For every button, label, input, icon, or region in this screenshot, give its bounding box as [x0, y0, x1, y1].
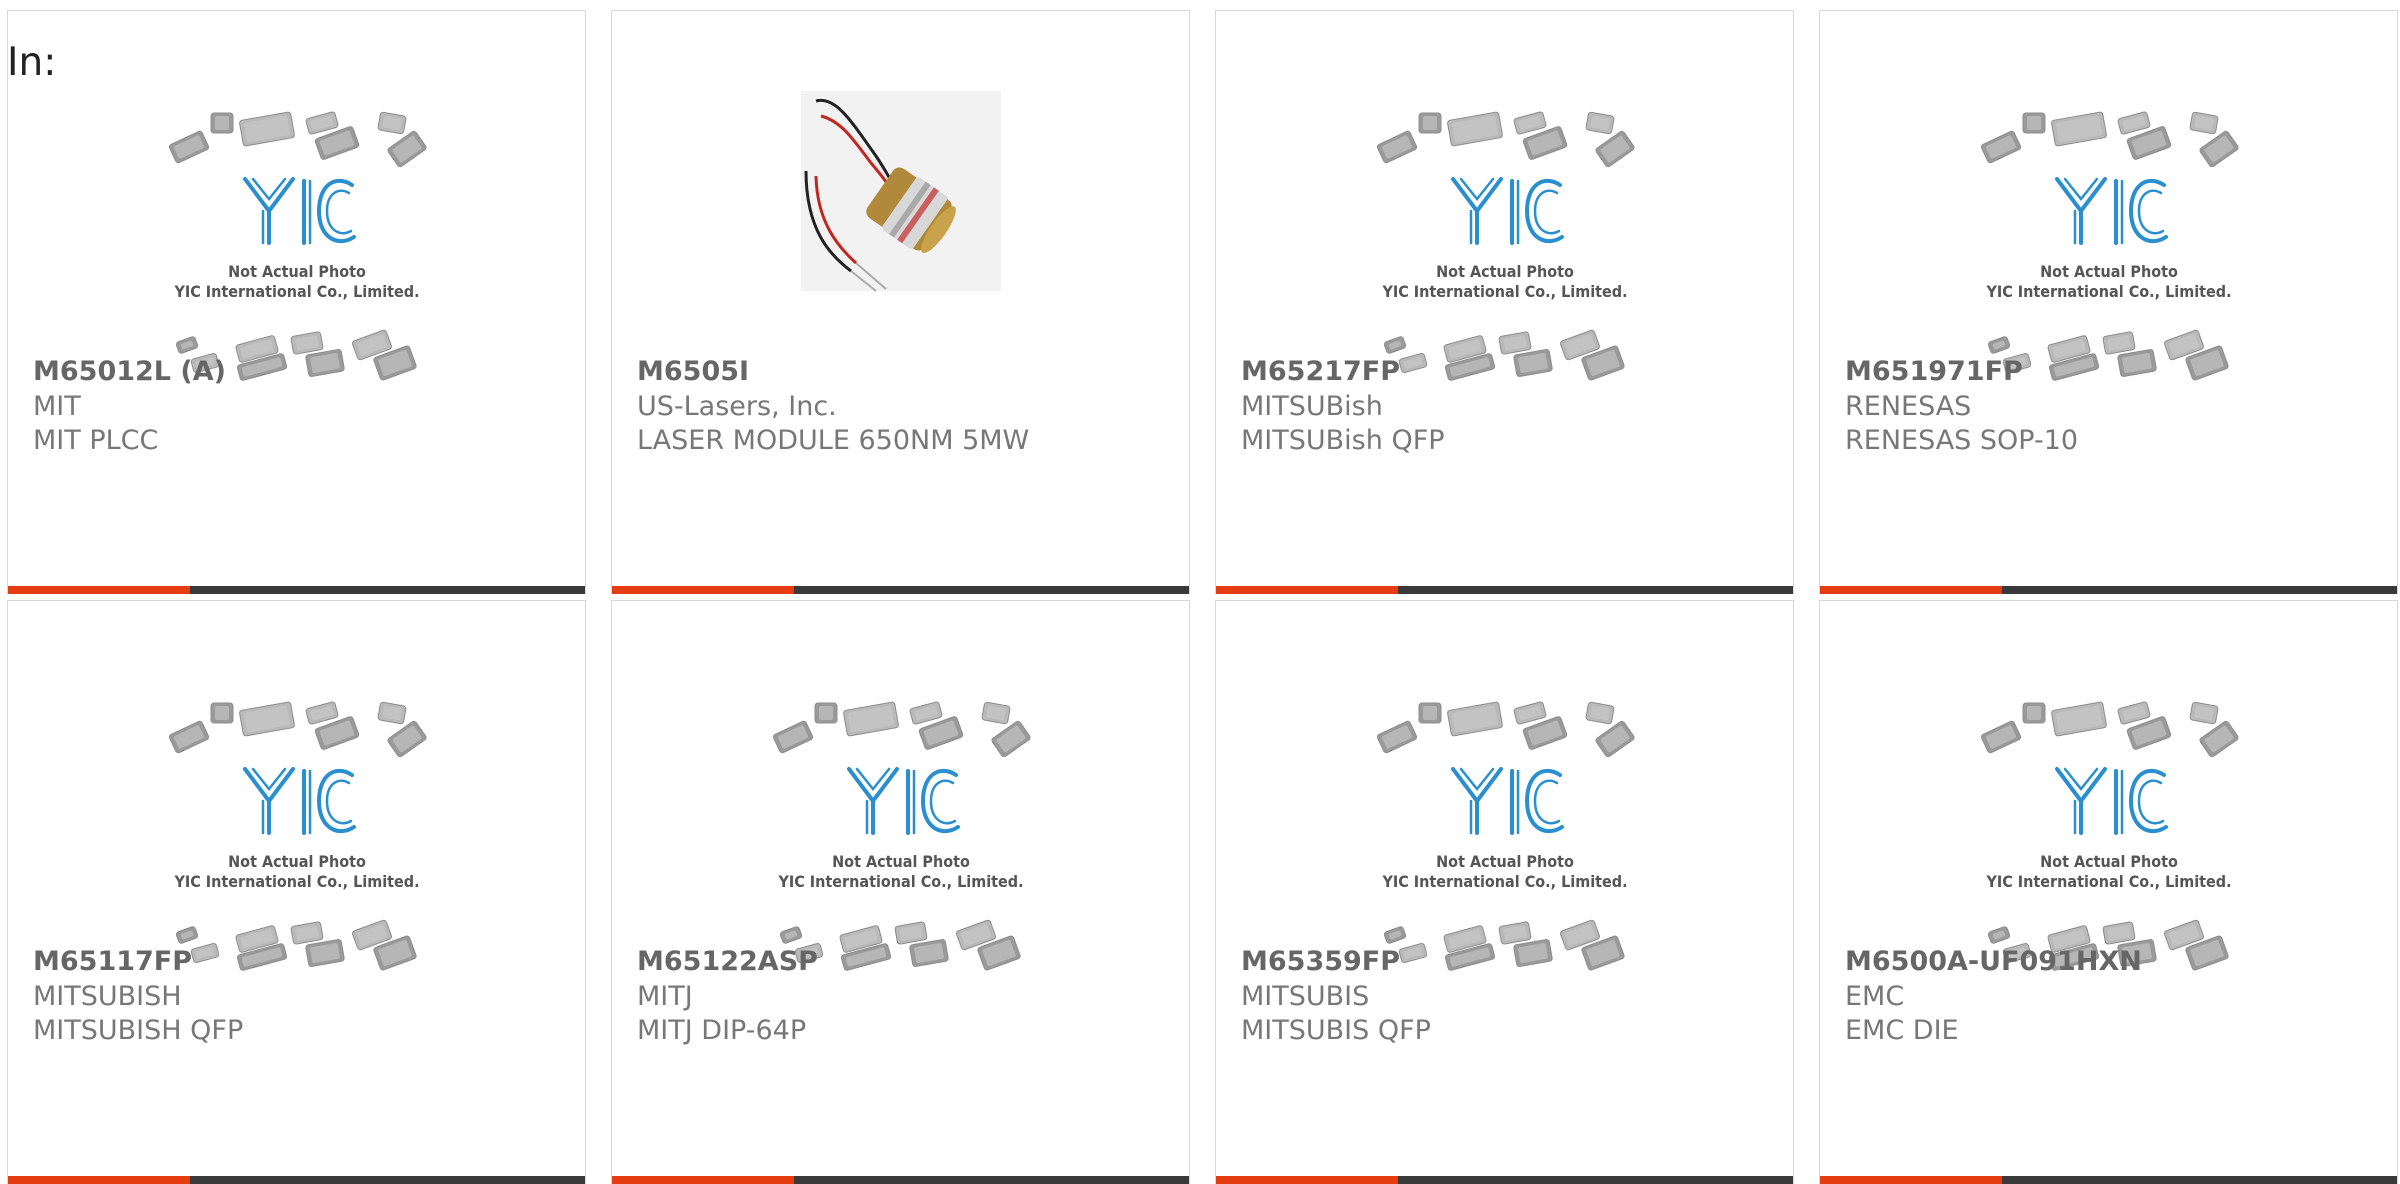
product-image[interactable]: Not Actual Photo YIC International Co., … [612, 661, 1189, 971]
product-description: MITSUBISH QFP [33, 1015, 244, 1046]
product-image[interactable] [612, 71, 1189, 361]
svg-text:YIC International Co., Limited: YIC International Co., Limited. [1985, 872, 2231, 891]
manufacturer-name: MITSUBish [1241, 391, 1383, 422]
card-footer-bar [612, 586, 1189, 594]
product-description: EMC DIE [1845, 1015, 1959, 1046]
product-image[interactable]: Not Actual Photo YIC International Co., … [1820, 71, 2397, 381]
not-actual-photo-placeholder: Not Actual Photo YIC International Co., … [168, 701, 427, 971]
product-card[interactable]: Not Actual Photo YIC International Co., … [611, 600, 1190, 1184]
product-card[interactable]: Not Actual Photo YIC International Co., … [7, 600, 586, 1184]
product-card[interactable]: Not Actual Photo YIC International Co., … [7, 10, 586, 594]
manufacturer-name: RENESAS [1845, 391, 1972, 422]
product-image[interactable]: Not Actual Photo YIC International Co., … [1216, 71, 1793, 381]
product-image[interactable]: Not Actual Photo YIC International Co., … [1216, 661, 1793, 971]
not-actual-photo-placeholder: Not Actual Photo YIC International Co., … [1980, 701, 2239, 971]
part-number[interactable]: M65012L (A) [33, 356, 226, 387]
manufacturer-name: MIT [33, 391, 81, 422]
product-card[interactable]: Not Actual Photo YIC International Co., … [1819, 10, 2398, 594]
card-footer-bar [1820, 1176, 2397, 1184]
card-footer-bar [1820, 586, 2397, 594]
product-image[interactable]: Not Actual Photo YIC International Co., … [8, 661, 585, 971]
part-number[interactable]: M6505I [637, 356, 749, 387]
product-description: RENESAS SOP-10 [1845, 425, 2079, 456]
card-footer-bar [1216, 586, 1793, 594]
part-number[interactable]: M65359FP [1241, 946, 1400, 977]
product-description: MITSUBish QFP [1241, 425, 1445, 456]
laser-module-photo [800, 91, 1001, 292]
product-description: MIT PLCC [33, 425, 159, 456]
part-number[interactable]: M65122ASP [637, 946, 818, 977]
svg-text:YIC International Co., Limited: YIC International Co., Limited. [777, 872, 1023, 891]
product-description: MITSUBIS QFP [1241, 1015, 1431, 1046]
card-footer-bar [612, 1176, 1189, 1184]
manufacturer-name: US-Lasers, Inc. [637, 391, 837, 422]
card-accent-bar [1820, 586, 2002, 594]
card-accent-bar [8, 586, 190, 594]
svg-text:Not Actual Photo: Not Actual Photo [2040, 852, 2178, 871]
product-description: LASER MODULE 650NM 5MW [637, 425, 1030, 456]
card-accent-bar [1820, 1176, 2002, 1184]
card-accent-bar [8, 1176, 190, 1184]
svg-text:YIC International Co., Limited: YIC International Co., Limited. [173, 872, 419, 891]
manufacturer-name: MITSUBISH [33, 981, 182, 1012]
not-actual-photo-placeholder: Not Actual Photo YIC International Co., … [168, 111, 427, 381]
product-image[interactable]: Not Actual Photo YIC International Co., … [8, 71, 585, 381]
card-accent-bar [612, 1176, 794, 1184]
svg-text:Not Actual Photo: Not Actual Photo [228, 262, 366, 281]
card-accent-bar [1216, 1176, 1398, 1184]
part-number[interactable]: M6500A-UF091HXN [1845, 946, 2142, 977]
part-number[interactable]: M65117FP [33, 946, 192, 977]
not-actual-photo-placeholder: Not Actual Photo YIC International Co., … [1376, 111, 1635, 381]
manufacturer-name: MITJ [637, 981, 693, 1012]
not-actual-photo-placeholder: Not Actual Photo YIC International Co., … [772, 701, 1031, 971]
not-actual-photo-placeholder: Not Actual Photo YIC International Co., … [1980, 111, 2239, 381]
product-card[interactable]: M6505I US-Lasers, Inc. LASER MODULE 650N… [611, 10, 1190, 594]
svg-text:Not Actual Photo: Not Actual Photo [2040, 262, 2178, 281]
svg-text:YIC International Co., Limited: YIC International Co., Limited. [1381, 282, 1627, 301]
grid-label: In: [7, 40, 57, 85]
card-footer-bar [1216, 1176, 1793, 1184]
card-accent-bar [1216, 586, 1398, 594]
not-actual-photo-placeholder: Not Actual Photo YIC International Co., … [1376, 701, 1635, 971]
svg-text:Not Actual Photo: Not Actual Photo [1436, 852, 1574, 871]
card-footer-bar [8, 1176, 585, 1184]
product-image[interactable]: Not Actual Photo YIC International Co., … [1820, 661, 2397, 971]
svg-text:YIC International Co., Limited: YIC International Co., Limited. [1985, 282, 2231, 301]
svg-text:Not Actual Photo: Not Actual Photo [228, 852, 366, 871]
svg-text:YIC International Co., Limited: YIC International Co., Limited. [1381, 872, 1627, 891]
card-accent-bar [612, 586, 794, 594]
product-card[interactable]: Not Actual Photo YIC International Co., … [1215, 600, 1794, 1184]
product-card[interactable]: Not Actual Photo YIC International Co., … [1215, 10, 1794, 594]
manufacturer-name: MITSUBIS [1241, 981, 1370, 1012]
product-card[interactable]: Not Actual Photo YIC International Co., … [1819, 600, 2398, 1184]
svg-text:Not Actual Photo: Not Actual Photo [832, 852, 970, 871]
svg-text:Not Actual Photo: Not Actual Photo [1436, 262, 1574, 281]
product-description: MITJ DIP-64P [637, 1015, 807, 1046]
card-footer-bar [8, 586, 585, 594]
manufacturer-name: EMC [1845, 981, 1905, 1012]
part-number[interactable]: M651971FP [1845, 356, 2023, 387]
svg-text:YIC International Co., Limited: YIC International Co., Limited. [173, 282, 419, 301]
part-number[interactable]: M65217FP [1241, 356, 1400, 387]
